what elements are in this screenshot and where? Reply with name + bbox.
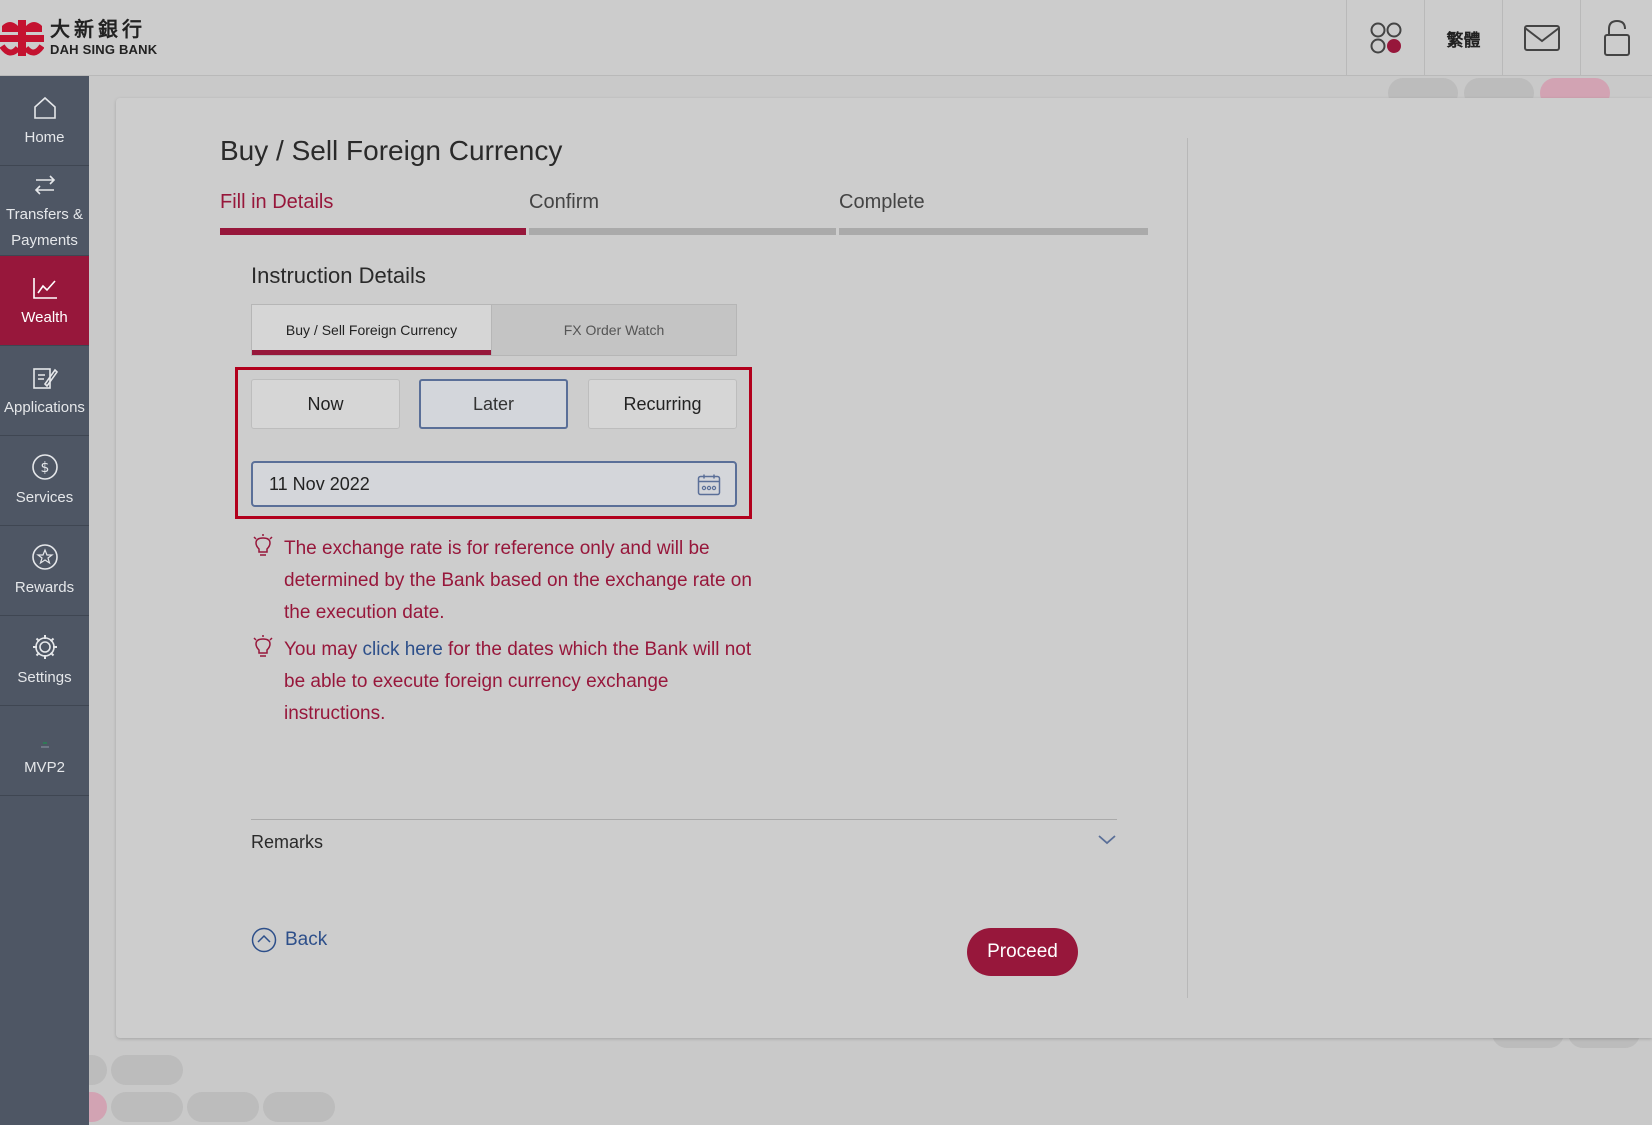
home-icon bbox=[33, 96, 56, 119]
calendar-icon[interactable] bbox=[697, 473, 721, 497]
sidebar-item-home[interactable]: Home bbox=[0, 76, 89, 166]
mvp-icon bbox=[40, 741, 49, 748]
logo-chinese-name: 大新銀行 bbox=[50, 19, 146, 41]
sidebar-item-label: Transfers & Payments bbox=[6, 205, 83, 249]
chevron-down-icon[interactable] bbox=[1096, 832, 1118, 848]
click-here-link[interactable]: click here bbox=[363, 639, 443, 660]
logo-mark-icon bbox=[0, 18, 45, 58]
step-confirm: Confirm bbox=[529, 191, 600, 213]
proceed-button[interactable]: Proceed bbox=[967, 928, 1078, 976]
lightbulb-icon bbox=[253, 635, 273, 657]
logout-button[interactable] bbox=[1580, 0, 1652, 76]
later-button[interactable]: Later bbox=[419, 379, 568, 429]
svg-text:$: $ bbox=[40, 460, 49, 476]
remarks-label[interactable]: Remarks bbox=[251, 832, 323, 853]
apps-button[interactable] bbox=[1346, 0, 1424, 76]
chevron-up-circle-icon bbox=[251, 927, 277, 953]
execution-date-field[interactable]: 11 Nov 2022 bbox=[251, 461, 737, 507]
sidebar-item-services[interactable]: $ Services bbox=[0, 436, 89, 526]
sidebar-item-wealth[interactable]: Wealth bbox=[0, 256, 89, 346]
sidebar-item-label: Applications bbox=[4, 398, 85, 416]
step-progress-3 bbox=[839, 228, 1148, 235]
apps-icon bbox=[1370, 22, 1401, 54]
step-progress-1 bbox=[220, 228, 526, 235]
back-label: Back bbox=[285, 929, 328, 950]
sidebar-item-label: Services bbox=[15, 488, 74, 506]
recurring-button[interactable]: Recurring bbox=[588, 379, 737, 429]
note-prefix: You may bbox=[284, 639, 363, 660]
language-label: 繁體 bbox=[1446, 30, 1481, 50]
step-complete: Complete bbox=[839, 191, 925, 213]
sidebar-item-settings[interactable]: Settings bbox=[0, 616, 89, 706]
logo-english-name: DAH SING BANK bbox=[50, 42, 158, 57]
lock-icon bbox=[1603, 19, 1630, 56]
sidebar-item-label: Rewards bbox=[14, 578, 75, 596]
exchange-rate-note: The exchange rate is for reference only … bbox=[284, 538, 752, 623]
section-title: Instruction Details bbox=[251, 263, 426, 288]
remarks-divider bbox=[251, 819, 1117, 820]
gear-icon bbox=[32, 634, 57, 659]
tab-fx-order-watch[interactable]: FX Order Watch bbox=[492, 305, 736, 355]
chart-icon bbox=[32, 277, 57, 299]
now-button[interactable]: Now bbox=[251, 379, 400, 429]
edit-icon bbox=[32, 367, 58, 389]
sidebar-item-transfers[interactable]: Transfers & Payments bbox=[0, 166, 89, 256]
star-icon bbox=[31, 543, 58, 570]
page-title: Buy / Sell Foreign Currency bbox=[220, 135, 563, 166]
sidebar-item-mvp2[interactable]: MVP2 bbox=[0, 706, 89, 796]
tab-buy-sell[interactable]: Buy / Sell Foreign Currency bbox=[252, 305, 492, 355]
sidebar-item-label: Home bbox=[24, 128, 65, 146]
step-fill-in-details: Fill in Details bbox=[220, 191, 334, 213]
sidebar-item-rewards[interactable]: Rewards bbox=[0, 526, 89, 616]
instruction-tabs: Buy / Sell Foreign Currency FX Order Wat… bbox=[251, 304, 737, 356]
sidebar-item-label: MVP2 bbox=[24, 758, 65, 776]
language-toggle[interactable]: 繁體 bbox=[1424, 0, 1502, 76]
transfer-icon bbox=[34, 174, 55, 195]
step-progress-2 bbox=[529, 228, 836, 235]
sidebar-nav: Home Transfers & Payments Wealth Applica… bbox=[0, 76, 89, 1125]
back-button[interactable]: Back bbox=[251, 927, 327, 953]
holiday-dates-note: You may click here for the dates which t… bbox=[284, 634, 754, 730]
date-value: 11 Nov 2022 bbox=[269, 473, 370, 494]
lightbulb-icon bbox=[253, 534, 273, 556]
top-header: 大新銀行 DAH SING BANK 繁體 bbox=[0, 0, 1652, 76]
mailbox-button[interactable] bbox=[1502, 0, 1580, 76]
dollar-icon: $ bbox=[31, 453, 58, 480]
content-divider bbox=[1187, 138, 1188, 998]
bank-logo[interactable]: 大新銀行 DAH SING BANK bbox=[0, 18, 157, 58]
sidebar-item-label: Settings bbox=[17, 668, 72, 686]
mail-icon bbox=[1523, 25, 1560, 51]
sidebar-item-applications[interactable]: Applications bbox=[0, 346, 89, 436]
sidebar-item-label: Wealth bbox=[21, 308, 68, 326]
